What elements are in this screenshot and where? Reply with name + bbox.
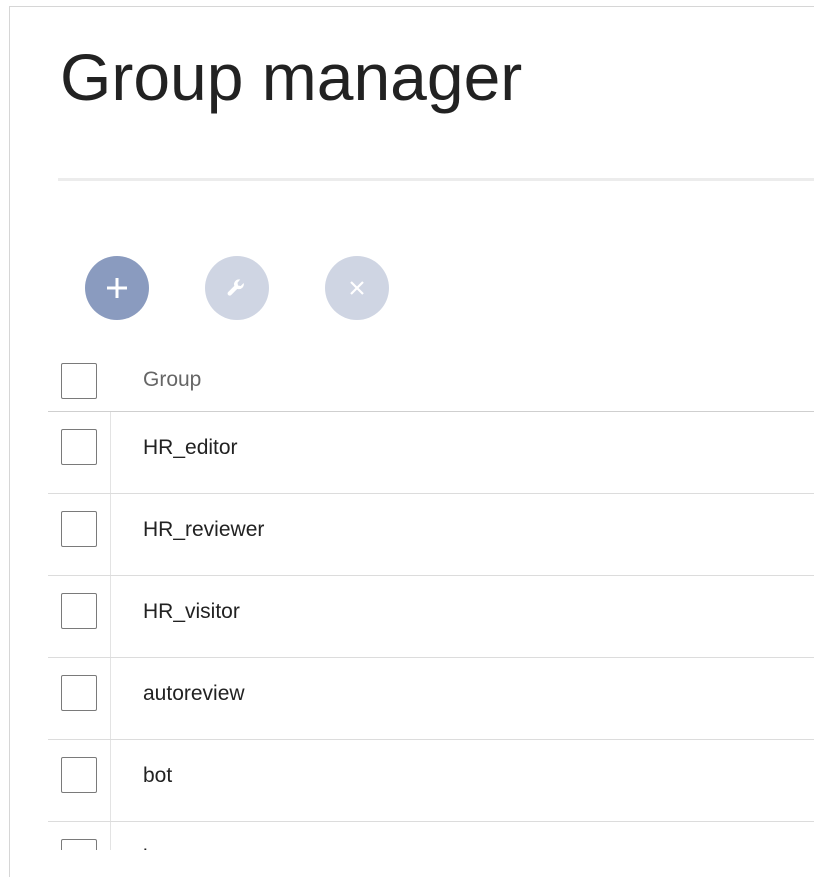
row-checkbox[interactable] <box>61 839 97 850</box>
group-name: bot <box>143 764 173 787</box>
row-checkbox[interactable] <box>61 511 97 547</box>
group-column-header: Group <box>143 368 202 391</box>
group-name: HR_editor <box>143 436 238 459</box>
table-row[interactable]: bot <box>48 740 814 822</box>
add-group-button[interactable] <box>85 256 149 320</box>
table-row[interactable]: HR_reviewer <box>48 494 814 576</box>
row-checkbox[interactable] <box>61 429 97 465</box>
row-checkbox[interactable] <box>61 757 97 793</box>
close-icon <box>350 281 364 295</box>
plus-icon <box>107 278 127 298</box>
row-checkbox[interactable] <box>61 675 97 711</box>
table-row[interactable]: HR_visitor <box>48 576 814 658</box>
group-name: HR_visitor <box>143 600 240 623</box>
edit-group-button[interactable] <box>205 256 269 320</box>
table-row[interactable]: HR_editor <box>48 412 814 494</box>
groups-table: Group HR_editor HR_reviewer HR_visitor a… <box>48 340 814 850</box>
page-title: Group manager <box>60 40 523 114</box>
table-row[interactable]: bureaucrat <box>48 822 814 850</box>
table-row[interactable]: autoreview <box>48 658 814 740</box>
row-checkbox[interactable] <box>61 593 97 629</box>
select-all-checkbox[interactable] <box>61 363 97 399</box>
title-divider <box>58 178 814 181</box>
table-header-row: Group <box>48 340 814 412</box>
delete-group-button[interactable] <box>325 256 389 320</box>
wrench-icon <box>227 279 244 296</box>
group-name: autoreview <box>143 682 245 705</box>
group-name: bureaucrat <box>143 846 243 850</box>
group-name: HR_reviewer <box>143 518 265 541</box>
